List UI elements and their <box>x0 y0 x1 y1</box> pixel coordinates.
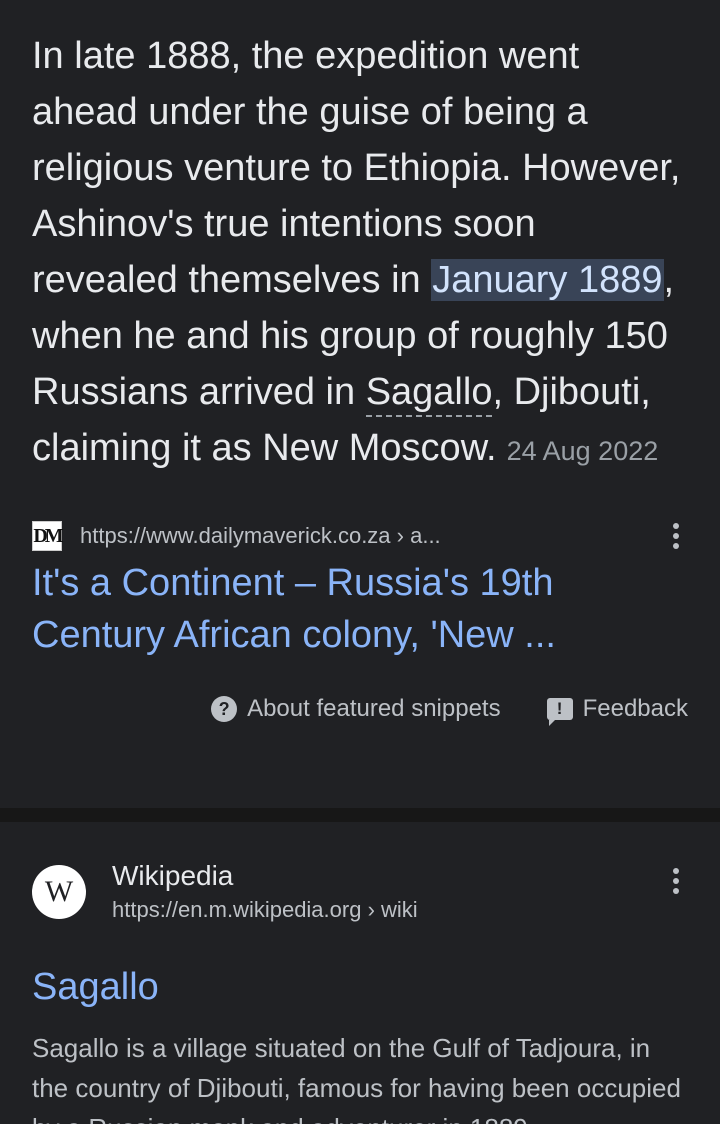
snippet-date: 24 Aug 2022 <box>506 436 659 466</box>
featured-snippet: In late 1888, the expedition went ahead … <box>0 0 720 726</box>
site-name: Wikipedia <box>112 860 234 891</box>
snippet-footer: ? About featured snippets ! Feedback <box>32 693 688 726</box>
wikipedia-logo-icon: W <box>32 865 86 919</box>
result-description: Sagallo is a village situated on the Gul… <box>32 1033 681 1124</box>
result-source[interactable]: W Wikipedia https://en.m.wikipedia.org ›… <box>32 858 688 926</box>
feedback-label: Feedback <box>582 695 688 722</box>
feedback-button[interactable]: ! Feedback <box>546 695 688 726</box>
help-circle-icon: ? <box>211 696 238 722</box>
source-url[interactable]: https://www.dailymaverick.co.za › a... <box>80 523 441 549</box>
more-options-icon[interactable] <box>664 521 688 551</box>
snippet-source[interactable]: DM https://www.dailymaverick.co.za › a..… <box>32 521 688 551</box>
snippet-term-link[interactable]: Sagallo <box>365 371 493 417</box>
site-favicon: DM <box>32 521 64 551</box>
search-results-page: In late 1888, the expedition went ahead … <box>0 0 720 1124</box>
section-divider <box>0 808 720 822</box>
search-result: W Wikipedia https://en.m.wikipedia.org ›… <box>0 822 720 1124</box>
more-options-icon[interactable] <box>664 866 688 896</box>
about-label: About featured snippets <box>247 695 501 722</box>
about-featured-snippets-button[interactable]: ? About featured snippets <box>211 695 501 723</box>
result-title-link[interactable]: Sagallo <box>32 962 688 1012</box>
feedback-icon: ! <box>546 698 573 726</box>
snippet-highlight: January 1889 <box>431 259 664 301</box>
site-url: https://en.m.wikipedia.org › wiki <box>112 897 418 922</box>
snippet-title-link[interactable]: It's a Continent – Russia's 19th Century… <box>32 557 688 661</box>
snippet-text: In late 1888, the expedition went ahead … <box>32 28 688 479</box>
result-source-text: Wikipedia https://en.m.wikipedia.org › w… <box>112 858 418 926</box>
